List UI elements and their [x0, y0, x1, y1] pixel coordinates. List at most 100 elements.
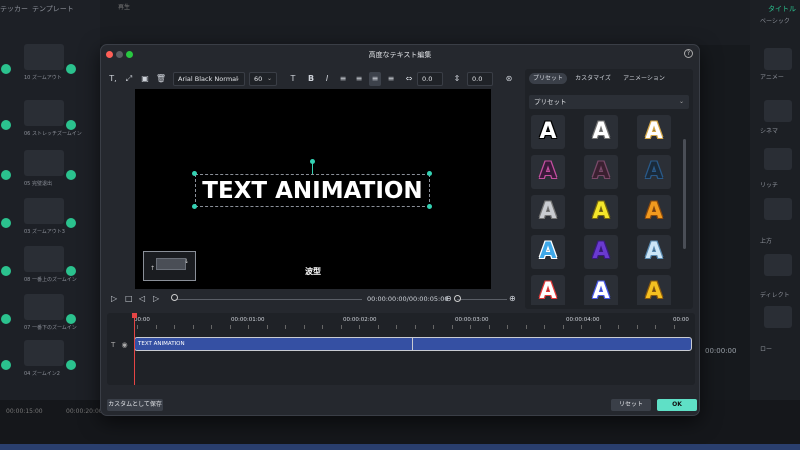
- thumb-item[interactable]: 10 ズームアウト: [1, 44, 80, 84]
- scrollbar[interactable]: [683, 139, 686, 249]
- reset-button[interactable]: リセット: [611, 399, 651, 411]
- ruler-label: 00:00: [673, 317, 689, 323]
- text-clip[interactable]: TEXT ANIMATION: [134, 337, 692, 351]
- ruler-label: 00:00:04:00: [566, 317, 600, 323]
- align-center-icon[interactable]: ≡: [353, 72, 365, 86]
- bold-button[interactable]: B: [305, 72, 317, 86]
- text-track-icon: T: [111, 341, 116, 349]
- playhead[interactable]: [134, 313, 135, 385]
- tab-animation[interactable]: アニメーション: [619, 73, 669, 84]
- seek-bar[interactable]: [177, 299, 362, 300]
- preset-tile[interactable]: A: [637, 155, 671, 189]
- tab-preset[interactable]: プリセット: [529, 73, 567, 84]
- zoom-out-icon[interactable]: ⊖: [445, 293, 452, 305]
- resize-handle[interactable]: [192, 204, 197, 209]
- zoom-slider[interactable]: [457, 299, 507, 300]
- tab-template[interactable]: テンプレート: [32, 4, 74, 14]
- ruler-tick: [192, 325, 194, 329]
- right-item[interactable]: [764, 254, 792, 276]
- preset-tile[interactable]: A: [531, 275, 565, 305]
- layers-icon[interactable]: ⊛: [503, 72, 515, 86]
- thumb-item[interactable]: 08 一番上のズームイン: [1, 246, 80, 286]
- align-left-icon[interactable]: ≡: [337, 72, 349, 86]
- resize-handle[interactable]: [427, 171, 432, 176]
- right-label: ベーシック: [760, 18, 790, 25]
- resize-handle[interactable]: [192, 171, 197, 176]
- ruler-tick: [155, 325, 157, 329]
- tab-title[interactable]: タイトル: [768, 4, 796, 14]
- ruler-tick: [507, 325, 508, 329]
- tab-customize[interactable]: カスタマイズ: [571, 73, 615, 84]
- prev-frame-icon[interactable]: ◁: [139, 293, 145, 305]
- track-controls: T ◉: [111, 341, 128, 349]
- left-media-panel: テッカー テンプレート 10 ズームアウト 06 ストレッチズームイン 05 完…: [0, 0, 100, 400]
- preset-tile[interactable]: A: [531, 155, 565, 189]
- preset-tile[interactable]: A: [584, 195, 618, 229]
- right-item[interactable]: [764, 100, 792, 122]
- font-family-select[interactable]: Arial Black Normal ⌄: [173, 72, 245, 86]
- rotate-handle[interactable]: [310, 159, 315, 164]
- text-tool-button[interactable]: T,: [107, 72, 119, 86]
- right-label: アニメー: [760, 74, 784, 81]
- thumb-item[interactable]: 03 ズームアウト3: [1, 198, 80, 238]
- ruler-tick: [322, 325, 323, 329]
- right-item[interactable]: [764, 198, 792, 220]
- right-label: 上方: [760, 238, 773, 245]
- help-icon[interactable]: ?: [684, 49, 693, 58]
- tab-sticker[interactable]: テッカー: [0, 4, 28, 14]
- preview-caption[interactable]: 波型: [305, 266, 321, 277]
- play-icon[interactable]: ▷: [111, 293, 117, 305]
- ok-button[interactable]: OK: [657, 399, 697, 411]
- preset-tile[interactable]: A: [584, 115, 618, 149]
- advanced-text-edit-dialog: 高度なテキスト編集 ? T, ⤢ ▣ 🗑 Arial Black Normal ⌄…: [100, 44, 700, 416]
- preset-tile[interactable]: A: [531, 235, 565, 269]
- preset-tile[interactable]: A: [637, 235, 671, 269]
- zoom-knob[interactable]: [454, 295, 461, 302]
- delete-icon[interactable]: 🗑: [155, 72, 167, 86]
- ruler-tick: [303, 325, 305, 329]
- thumb-item[interactable]: 04 ズームイン2: [1, 340, 80, 380]
- next-frame-icon[interactable]: ▷: [153, 293, 159, 305]
- side-tabs: プリセット カスタマイズ アニメーション: [529, 73, 689, 85]
- ruler-label: 00:00:03:00: [455, 317, 489, 323]
- right-item[interactable]: [764, 306, 792, 328]
- thumb-item[interactable]: 06 ストレッチズームイン: [1, 100, 82, 140]
- transform-icon[interactable]: ⤢: [123, 72, 135, 86]
- mini-preview[interactable]: ↑ ↓: [143, 251, 196, 281]
- preset-tile[interactable]: A: [531, 115, 565, 149]
- right-item[interactable]: [764, 148, 792, 170]
- preset-tile[interactable]: A: [531, 195, 565, 229]
- preset-tile[interactable]: A: [584, 275, 618, 305]
- player-label: 再生: [118, 4, 131, 11]
- image-icon[interactable]: ▣: [139, 72, 151, 86]
- font-size-select[interactable]: 60 ⌄: [249, 72, 277, 86]
- preset-tile[interactable]: A: [584, 155, 618, 189]
- preview-canvas[interactable]: TEXT ANIMATION ↑ ↓ 波型: [135, 89, 491, 289]
- preset-tile[interactable]: A: [637, 195, 671, 229]
- seek-knob[interactable]: [171, 294, 178, 301]
- stop-icon[interactable]: □: [125, 293, 133, 305]
- text-case-icon[interactable]: T: [287, 72, 299, 86]
- char-spacing-input[interactable]: 0.0: [417, 72, 443, 86]
- ruler-tick: [266, 325, 268, 329]
- arrow-down-icon: ↓: [184, 258, 190, 265]
- line-spacing-input[interactable]: 0.0: [467, 72, 493, 86]
- preset-tile[interactable]: A: [637, 275, 671, 305]
- resize-handle[interactable]: [427, 204, 432, 209]
- right-item[interactable]: [764, 48, 792, 70]
- clip-split-marker[interactable]: [412, 338, 413, 350]
- save-as-custom-button[interactable]: カスタムとして保存: [107, 399, 163, 411]
- preset-dropdown[interactable]: プリセット ⌄: [529, 95, 689, 109]
- eye-icon[interactable]: ◉: [122, 341, 128, 349]
- preset-tile[interactable]: A: [584, 235, 618, 269]
- italic-button[interactable]: I: [321, 72, 333, 86]
- preset-tile[interactable]: A: [637, 115, 671, 149]
- playback-controls: ▷ □ ◁ ▷ 00:00:00:00/00:00:05:00 ⊖ ⊕: [107, 293, 519, 307]
- thumb-item[interactable]: 05 完璧退出: [1, 150, 80, 190]
- ruler-tick: [211, 325, 212, 329]
- thumb-item[interactable]: 07 一番下のズームイン: [1, 294, 80, 334]
- preview-text[interactable]: TEXT ANIMATION: [195, 175, 430, 207]
- zoom-in-icon[interactable]: ⊕: [509, 293, 516, 305]
- align-right-icon[interactable]: ≡: [385, 72, 397, 86]
- align-justify-icon[interactable]: ≡: [369, 72, 381, 86]
